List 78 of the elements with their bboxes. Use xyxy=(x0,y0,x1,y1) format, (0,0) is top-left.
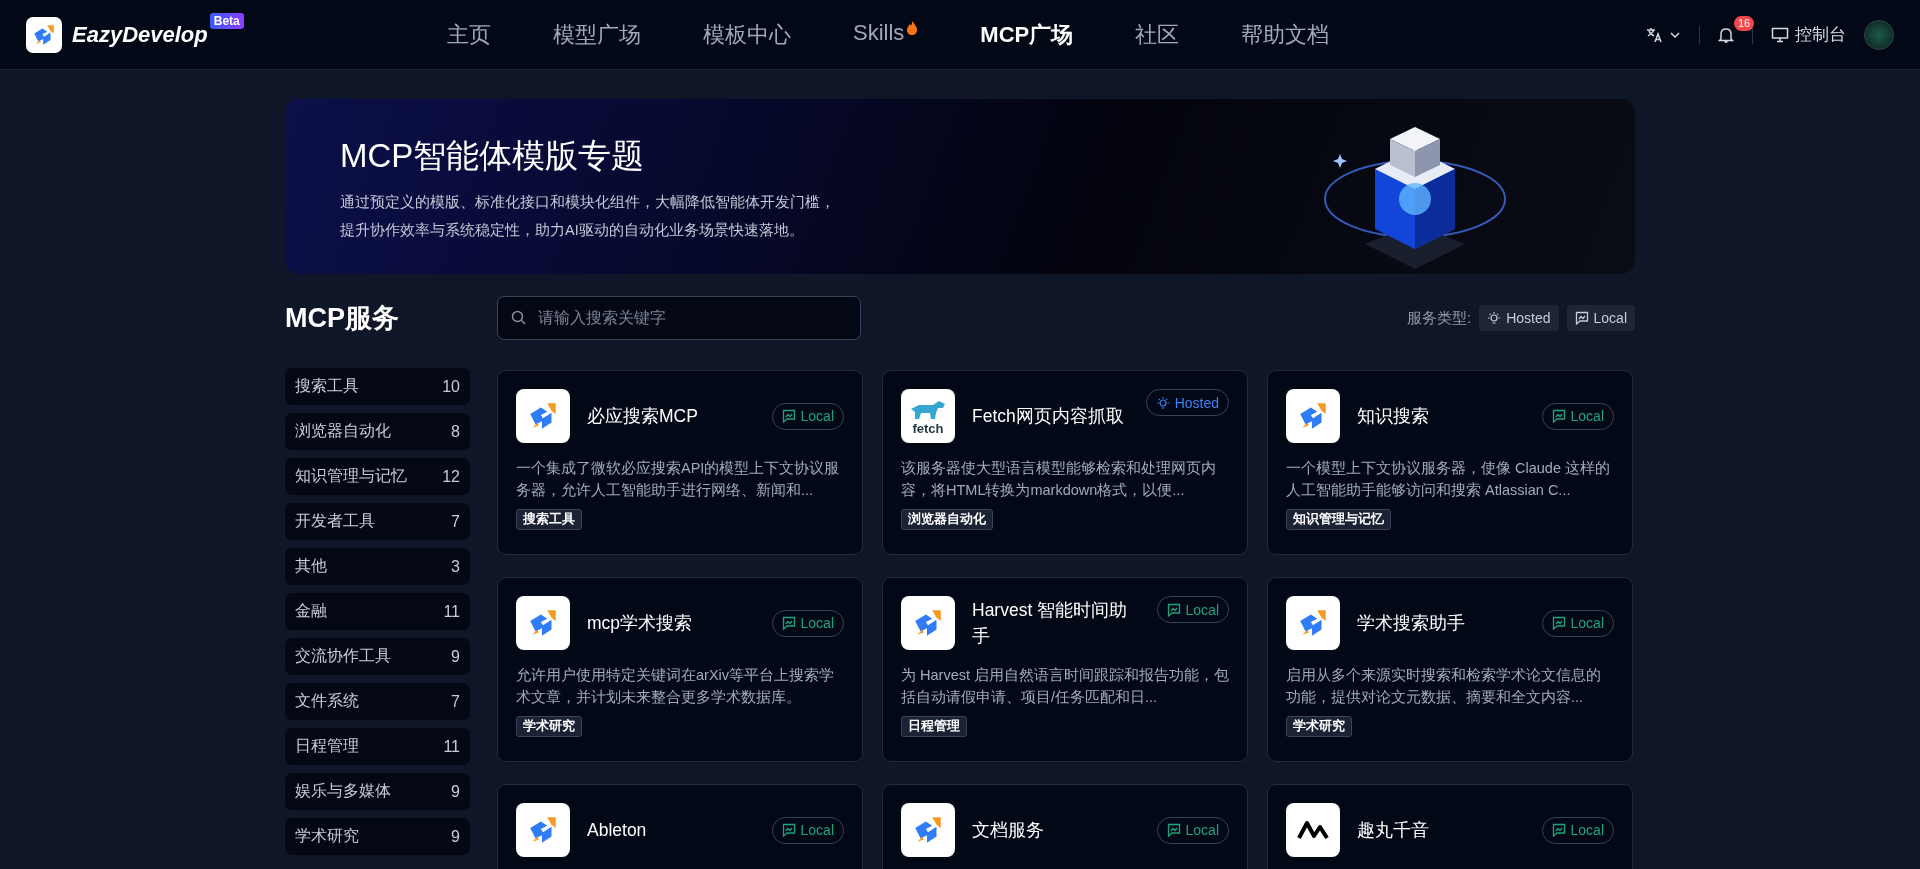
service-card[interactable]: fetch Fetch网页内容抓取 Hosted 该服务器使大型语言模型能够检索和处理网页内容，将HTML转换为markdown格式，以便... 浏览器自动化 xyxy=(882,370,1248,555)
filter-button[interactable]: Hosted xyxy=(1479,305,1559,331)
service-name: 趣丸千音 xyxy=(1357,819,1430,842)
service-name: mcp学术搜索 xyxy=(587,612,694,635)
category-tag: 搜索工具 xyxy=(516,509,582,530)
banner-title: MCP智能体模版专题 xyxy=(340,136,646,176)
service-description: 一个模型上下文协议服务器，使像 Claude 这样的人工智能助手能够访问和搜索 Atlassian C... xyxy=(1286,459,1611,500)
service-name: Ableton xyxy=(587,819,648,842)
service-name: 知识搜索 xyxy=(1357,405,1430,428)
nav-tab[interactable]: 模板中心 xyxy=(672,19,822,50)
category-item[interactable]: 娱乐与多媒体 9 xyxy=(285,773,470,810)
service-name: 必应搜索MCP xyxy=(587,405,699,428)
chat-icon xyxy=(1551,409,1566,423)
category-item[interactable]: 浏览器自动化 8 xyxy=(285,413,470,450)
service-description: 允许用户使用特定关键词在arXiv等平台上搜索学术文章，并计划未来整合更多学术数据库。 xyxy=(516,666,836,707)
chat-icon xyxy=(781,616,796,630)
category-item[interactable]: 日程管理 11 xyxy=(285,728,470,765)
chat-icon xyxy=(1574,311,1589,325)
service-description: 为 Harvest 启用自然语言时间跟踪和报告功能，包括自动请假申请、项目/任务匹配和日... xyxy=(901,666,1229,707)
service-card[interactable]: mcp学术搜索 Local 允许用户使用特定关键词在arXiv等平台上搜索学术文章，并计划未来整合更多学术数据库。 学术研究 xyxy=(497,577,863,762)
nav-tab[interactable]: Skills xyxy=(822,19,950,50)
service-card[interactable]: Ableton Local xyxy=(497,784,863,869)
category-item[interactable]: 交流协作工具 9 xyxy=(285,638,470,675)
service-card[interactable]: 趣丸千音 Local xyxy=(1267,784,1633,869)
service-card[interactable]: 文档服务 Local xyxy=(882,784,1248,869)
search-field[interactable]: 请输入搜索关键字 xyxy=(497,296,861,340)
category-tag: 学术研究 xyxy=(516,716,582,737)
nav-tab[interactable]: 社区 xyxy=(1104,19,1211,50)
service-description: 一个集成了微软必应搜索API的模型上下文协议服务器，允许人工智能助手进行网络、新闻和... xyxy=(516,459,841,500)
service-name: 学术搜索助手 xyxy=(1357,612,1466,635)
category-item[interactable]: 学术研究 9 xyxy=(285,818,470,855)
notification-button[interactable] xyxy=(1718,25,1734,44)
service-card[interactable]: Harvest 智能时间助手 Local 为 Harvest 启用自然语言时间跟踪和报告功能，包括自动请假申请、项目/任务匹配和日... 日程管理 xyxy=(882,577,1248,762)
nav-tab[interactable]: 帮助文档 xyxy=(1210,19,1361,50)
bell-icon xyxy=(1718,25,1734,44)
translate-icon xyxy=(1645,25,1663,44)
chat-icon xyxy=(1551,616,1566,630)
chat-icon xyxy=(1551,823,1566,837)
chat-icon xyxy=(1166,823,1181,837)
service-name: 文档服务 xyxy=(972,819,1045,842)
brand-name: EazyDevelop xyxy=(72,21,208,48)
category-tag: 浏览器自动化 xyxy=(901,509,993,530)
category-tag: 学术研究 xyxy=(1286,716,1352,737)
notification-count: 16 xyxy=(1734,15,1755,31)
category-item[interactable]: 文件系统 7 xyxy=(285,683,470,720)
chat-icon xyxy=(781,409,796,423)
chat-icon xyxy=(1166,602,1181,617)
beta-badge: Beta xyxy=(209,12,244,29)
nav-tab[interactable]: 主页 xyxy=(416,19,522,50)
nav-tab[interactable]: 模型广场 xyxy=(522,19,672,50)
console-button[interactable]: 控制台 xyxy=(1771,23,1846,46)
service-card[interactable]: 学术搜索助手 Local 启用从多个来源实时搜索和检索学术论文信息的功能，提供对论文元数据、摘要和全文内容... 学术研究 xyxy=(1267,577,1633,762)
service-name: Harvest 智能时间助手 xyxy=(972,599,1129,648)
category-tag: 知识管理与记忆 xyxy=(1286,509,1391,530)
wave-logo-icon xyxy=(1296,818,1330,842)
category-item[interactable]: 开发者工具 7 xyxy=(285,503,470,540)
filter-button[interactable]: Local xyxy=(1566,305,1635,331)
category-item[interactable]: 金融 11 xyxy=(285,593,470,630)
filter-label: 服务类型: xyxy=(1407,308,1472,328)
banner-text: 通过预定义的模版、标准化接口和模块化组件，大幅降低智能体开发门槛， xyxy=(340,193,835,211)
chat-icon xyxy=(781,823,796,837)
language-button[interactable] xyxy=(1645,25,1681,44)
service-name: Fetch网页内容抓取 xyxy=(972,405,1125,428)
nav-tab[interactable]: MCP广场 xyxy=(949,19,1105,50)
service-description: 该服务器使大型语言模型能够检索和处理网页内容，将HTML转换为markdown格式，以便... xyxy=(901,459,1217,500)
lightbulb-icon xyxy=(1487,311,1502,325)
service-card[interactable]: 必应搜索MCP Local 一个集成了微软必应搜索API的模型上下文协议服务器，允许人工智能助手进行网络、新闻和... 搜索工具 xyxy=(497,370,863,555)
service-description: 启用从多个来源实时搜索和检索学术论文信息的功能，提供对论文元数据、摘要和全文内容... xyxy=(1286,666,1602,707)
service-card[interactable]: 知识搜索 Local 一个模型上下文协议服务器，使像 Claude 这样的人工智能助手能够访问和搜索 Atlassian C... 知识管理与记忆 xyxy=(1267,370,1633,555)
category-item[interactable]: 其他 3 xyxy=(285,548,470,585)
category-item[interactable]: 知识管理与记忆 12 xyxy=(285,458,470,495)
category-tag: 日程管理 xyxy=(901,716,967,737)
banner-text: 提升协作效率与系统稳定性，助力AI驱动的自动化业务场景快速落地。 xyxy=(340,221,805,239)
monitor-icon xyxy=(1771,26,1789,43)
lightbulb-icon xyxy=(1155,395,1170,410)
search-icon xyxy=(511,310,526,325)
category-item[interactable]: 搜索工具 10 xyxy=(285,368,470,405)
section-title: MCP服务 xyxy=(285,302,400,335)
